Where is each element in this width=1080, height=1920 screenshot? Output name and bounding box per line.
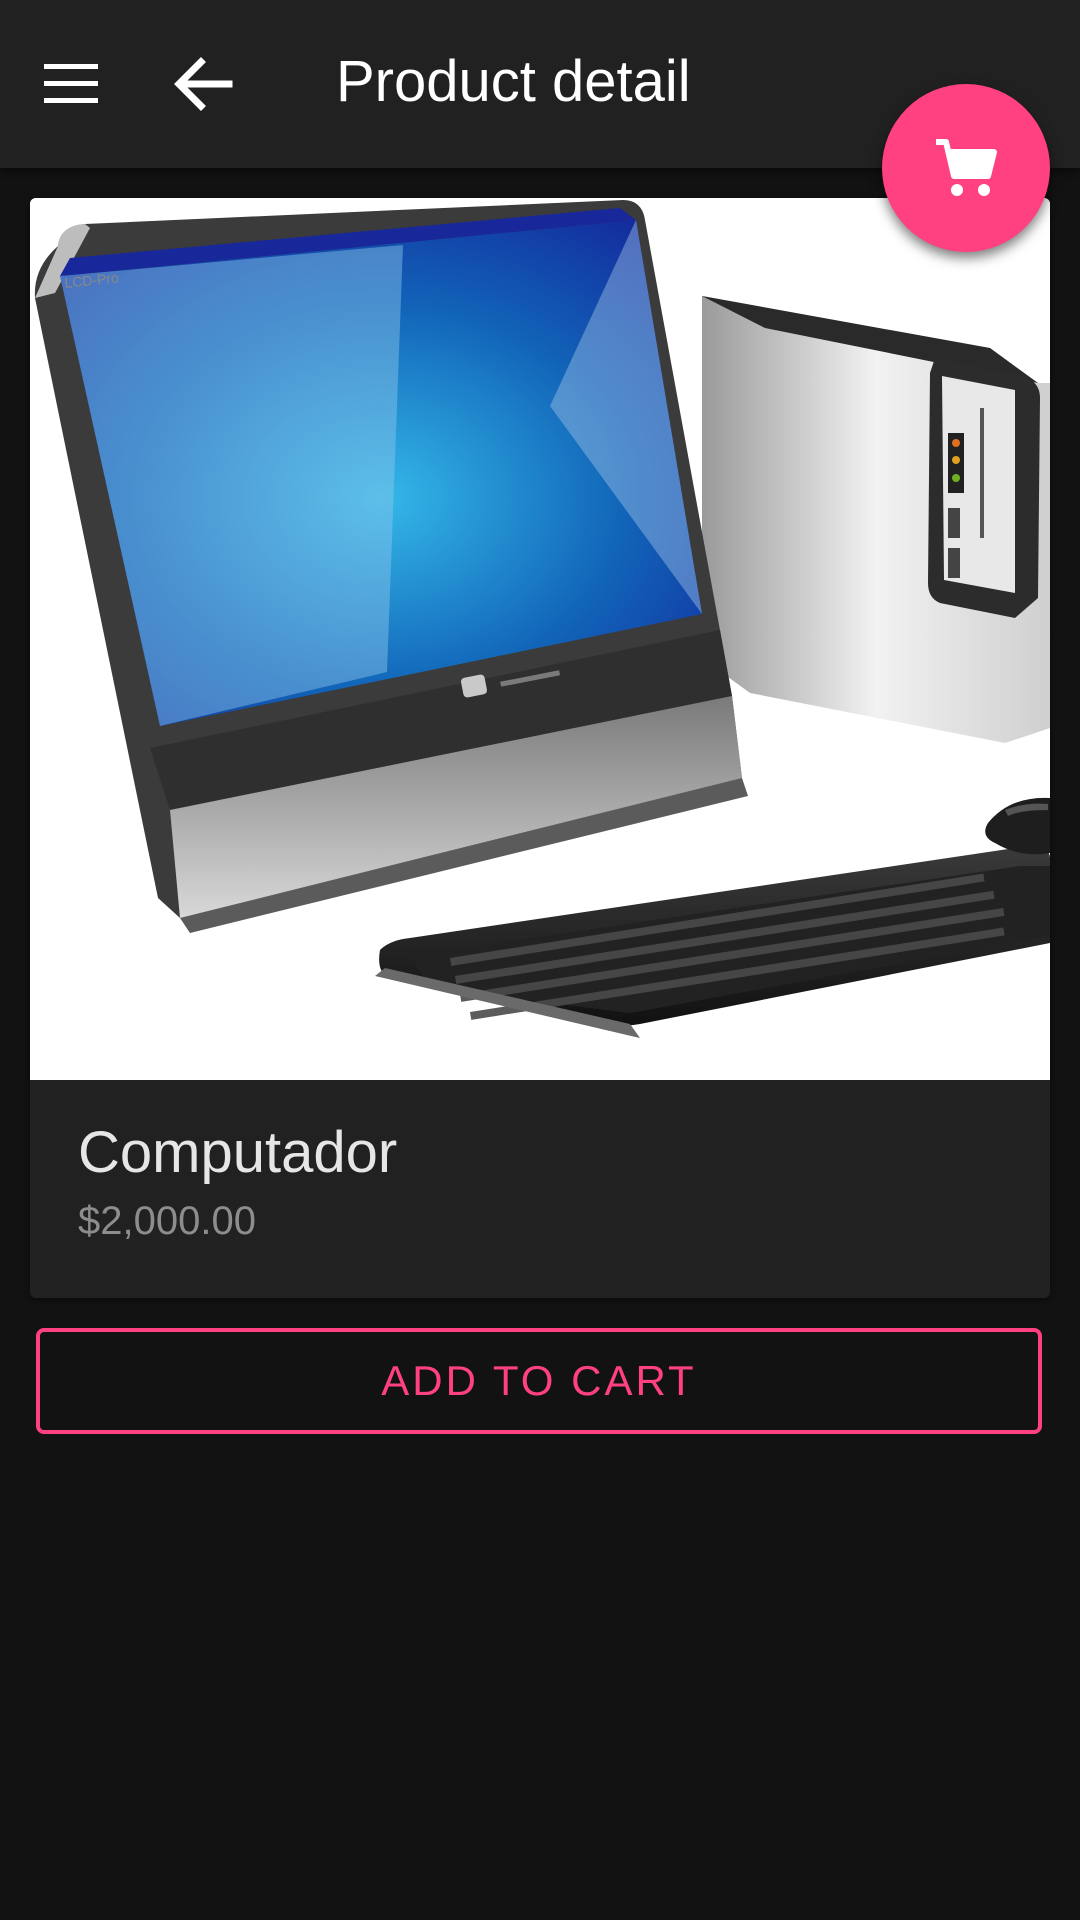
product-image: LCD-Pro	[30, 198, 1050, 1080]
menu-button[interactable]	[22, 34, 122, 134]
cart-fab-button[interactable]	[882, 84, 1050, 252]
arrow-back-icon	[174, 57, 233, 111]
shopping-cart-icon	[936, 139, 997, 196]
hamburger-menu-icon	[44, 64, 98, 103]
back-button[interactable]	[153, 34, 253, 134]
product-price: $2,000.00	[78, 1199, 256, 1243]
product-name: Computador	[78, 1120, 398, 1185]
product-card: LCD-Pro Computador $2,000.00	[30, 198, 1050, 1298]
add-to-cart-button[interactable]: ADD TO CART	[36, 1328, 1042, 1434]
page-title: Product detail	[336, 49, 691, 114]
